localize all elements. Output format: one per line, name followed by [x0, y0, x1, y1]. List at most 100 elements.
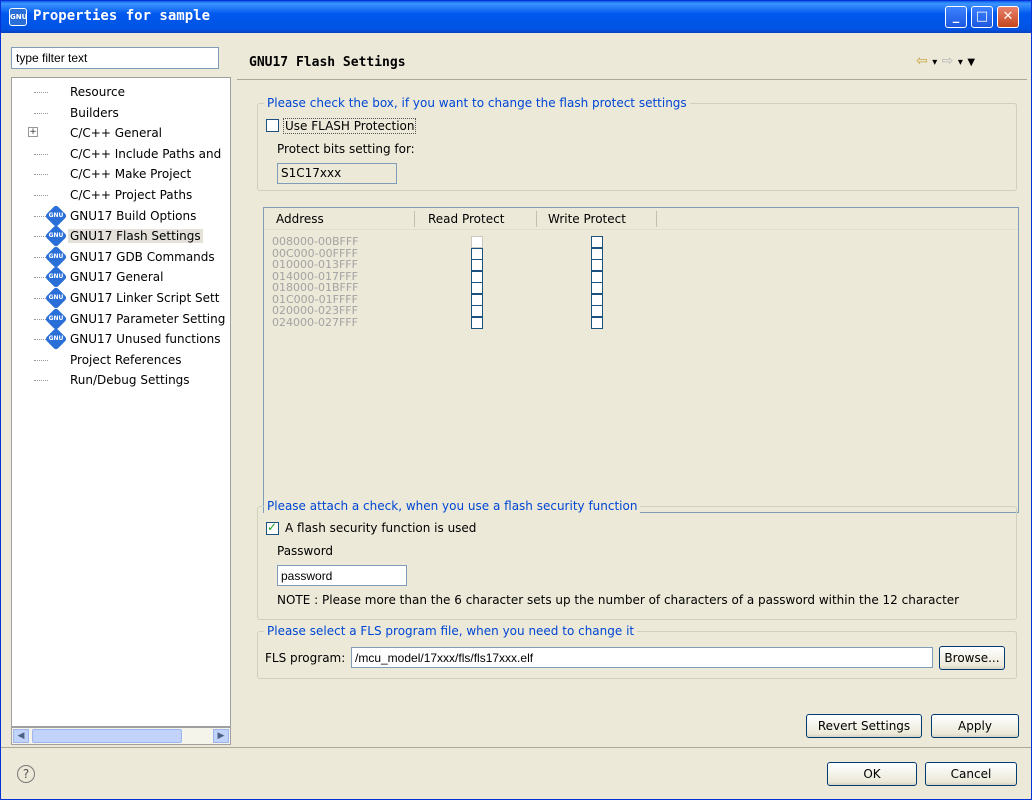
title-bar: GNU Properties for sample _ □ ✕ [1, 1, 1031, 33]
tree-item-label: GNU17 GDB Commands [70, 249, 215, 264]
read-protect-checkbox[interactable] [471, 293, 483, 306]
table-row: 024000-027FFF [264, 316, 1018, 329]
tree-item[interactable]: GNU GNU17 GDB Commands [12, 245, 230, 269]
tree-item-label: C/C++ Include Paths and [70, 146, 222, 161]
read-protect-checkbox[interactable] [471, 316, 483, 329]
revert-settings-button[interactable]: Revert Settings [806, 714, 922, 738]
write-protect-checkbox[interactable] [591, 305, 603, 317]
tree-connector [34, 174, 48, 176]
tree-item-label: GNU17 General [70, 270, 164, 285]
use-flash-protection-label: Use FLASH Protection [283, 118, 417, 134]
read-protect-checkbox[interactable] [471, 259, 483, 271]
gnu-icon: GNU [44, 224, 68, 248]
filter-input[interactable] [11, 47, 219, 69]
tree-item[interactable]: GNU GNU17 Linker Script Sett [12, 286, 230, 310]
footer-separator [1, 747, 1031, 748]
flash-protect-legend: Please check the box, if you want to cha… [264, 96, 690, 110]
tree-item[interactable]: Run/Debug Settings [12, 370, 230, 390]
tree-item-label: GNU17 Flash Settings [68, 229, 203, 244]
page-title: GNU17 Flash Settings [249, 55, 406, 70]
tree-item-label: Project References [70, 352, 182, 367]
security-legend: Please attach a check, when you use a fl… [264, 499, 641, 513]
use-flash-protection-checkbox[interactable] [266, 119, 279, 132]
scroll-left-icon[interactable]: ◀ [13, 729, 29, 743]
tree-item[interactable]: + C/C++ General [12, 123, 230, 143]
apply-button[interactable]: Apply [931, 714, 1019, 738]
write-protect-checkbox[interactable] [591, 247, 603, 260]
security-function-checkbox[interactable] [266, 520, 279, 535]
forward-arrow-icon[interactable]: ⇨ [942, 53, 954, 69]
password-input[interactable] [277, 565, 407, 586]
browse-button[interactable]: Browse... [939, 646, 1005, 670]
back-dropdown-icon[interactable]: ▾ [932, 57, 937, 68]
protect-bits-label: Protect bits setting for: [277, 142, 415, 156]
column-divider [536, 211, 537, 227]
write-protect-checkbox[interactable] [591, 293, 603, 306]
back-arrow-icon[interactable]: ⇦ [916, 53, 928, 69]
read-protect-checkbox[interactable] [471, 247, 483, 260]
column-read-protect: Read Protect [428, 212, 505, 226]
tree-item[interactable]: GNU GNU17 Build Options [12, 204, 230, 227]
tree-connector [34, 380, 48, 382]
ok-button[interactable]: OK [827, 762, 917, 786]
table-header: Address Read Protect Write Protect [264, 208, 1018, 230]
tree-item[interactable]: GNU GNU17 Flash Settings [12, 224, 230, 248]
forward-dropdown-icon[interactable]: ▾ [958, 57, 963, 68]
gnu-icon: GNU [44, 266, 68, 289]
write-protect-checkbox[interactable] [591, 236, 603, 248]
gnu-icon: GNU [44, 327, 68, 351]
write-protect-checkbox[interactable] [591, 282, 603, 294]
gnu-app-icon: GNU [9, 8, 27, 26]
tree-item-label: GNU17 Unused functions [70, 332, 221, 347]
tree-item-label: Resource [70, 85, 126, 99]
tree-item[interactable]: Resource [12, 82, 230, 102]
write-protect-checkbox[interactable] [591, 259, 603, 271]
tree-item[interactable]: GNU GNU17 Unused functions [12, 327, 230, 351]
gnu-icon: GNU [44, 245, 68, 269]
maximize-button[interactable]: □ [971, 6, 993, 28]
scroll-right-icon[interactable]: ▶ [213, 729, 229, 743]
tree-connector [34, 112, 48, 114]
tree-connector [34, 195, 48, 196]
security-function-label: A flash security function is used [285, 521, 477, 535]
fls-program-input[interactable] [351, 647, 933, 668]
gnu-icon: GNU [44, 286, 68, 310]
column-divider [656, 211, 657, 227]
cancel-button[interactable]: Cancel [925, 762, 1017, 786]
property-tree: Resource Builders + C/C++ General C/C++ Incl… [11, 77, 231, 727]
column-address: Address [276, 212, 324, 226]
view-menu-icon[interactable]: ▼ [967, 57, 975, 68]
tree-item-label: GNU17 Linker Script Sett [70, 291, 220, 305]
password-note: NOTE : Please more than the 6 character … [277, 593, 960, 607]
help-icon[interactable]: ? [17, 765, 35, 783]
tree-horizontal-scrollbar[interactable]: ◀ ▶ [11, 727, 231, 745]
table-row: 00C000-00FFFF [264, 247, 1018, 260]
title-separator [237, 79, 1027, 80]
read-protect-checkbox[interactable] [471, 236, 483, 248]
fls-legend: Please select a FLS program file, when y… [264, 624, 638, 638]
tree-item[interactable]: GNU GNU17 General [12, 266, 230, 289]
tree-item-label: GNU17 Parameter Setting [70, 311, 226, 326]
read-protect-checkbox[interactable] [471, 270, 483, 283]
minimize-button[interactable]: _ [945, 6, 967, 28]
tree-item-label: C/C++ Make Project [70, 167, 192, 182]
write-protect-checkbox[interactable] [591, 270, 603, 283]
fls-program-label: FLS program: [265, 651, 346, 665]
close-button[interactable]: ✕ [997, 6, 1019, 28]
read-protect-checkbox[interactable] [471, 305, 483, 317]
table-row: 010000-013FFF [264, 258, 1018, 271]
password-label: Password [277, 544, 334, 558]
tree-item[interactable]: C/C++ Make Project [12, 164, 230, 184]
scroll-thumb[interactable] [32, 729, 182, 743]
table-row: 018000-01BFFF [264, 281, 1018, 294]
tree-item[interactable]: GNU GNU17 Parameter Setting [12, 307, 230, 330]
tree-connector [34, 359, 48, 361]
tree-item[interactable]: Project References [12, 350, 230, 370]
protect-bits-field: S1C17xxx [277, 163, 397, 184]
tree-item[interactable]: C/C++ Project Paths [12, 185, 230, 205]
write-protect-checkbox[interactable] [591, 316, 603, 329]
expand-plus-icon[interactable]: + [28, 127, 38, 138]
tree-item[interactable]: Builders [12, 103, 230, 123]
read-protect-checkbox[interactable] [471, 282, 483, 294]
tree-item[interactable]: C/C++ Include Paths and [12, 144, 230, 164]
